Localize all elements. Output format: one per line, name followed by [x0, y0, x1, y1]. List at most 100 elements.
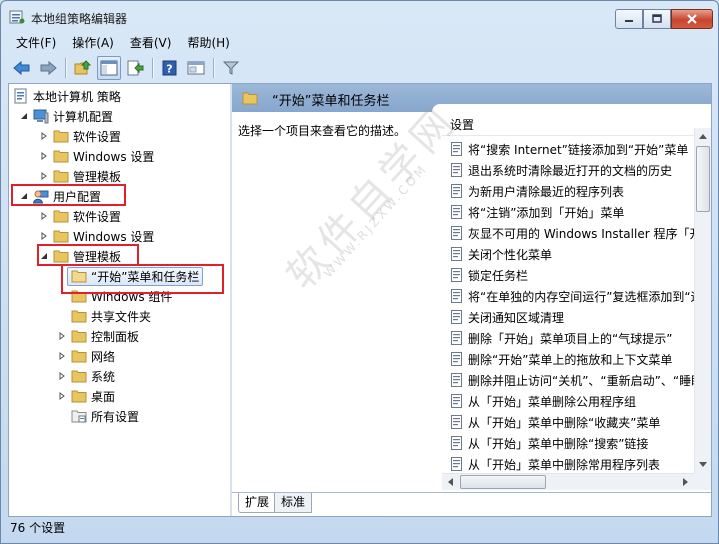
- policy-row-label: 从「开始」菜单中删除“搜索”链接: [468, 436, 649, 451]
- policy-row[interactable]: 关闭个性化菜单: [450, 244, 695, 264]
- policy-row[interactable]: 将“在单独的内存空间运行”复选框添加到“运行”对话框: [450, 286, 695, 306]
- collapsed-arrow-icon[interactable]: [57, 371, 67, 381]
- properties-button[interactable]: [184, 56, 208, 80]
- folder-icon: [53, 228, 69, 244]
- description-text: 选择一个项目来查看它的描述。: [238, 124, 407, 138]
- scroll-up-button[interactable]: [695, 128, 711, 144]
- tree-node-control-panel[interactable]: 控制面板: [57, 326, 139, 346]
- scroll-right-icon: [683, 478, 688, 486]
- collapsed-arrow-icon[interactable]: [57, 331, 67, 341]
- policy-row[interactable]: 为新用户清除最近的程序列表: [450, 181, 695, 201]
- show-hide-tree-button[interactable]: [97, 56, 121, 80]
- policy-row[interactable]: 从「开始」菜单中删除“收藏夹”菜单: [450, 412, 695, 432]
- policy-row[interactable]: 删除“开始”菜单上的拖放和上下文菜单: [450, 349, 695, 369]
- status-bar: 76 个设置: [10, 521, 66, 535]
- help-icon: ?: [162, 60, 177, 76]
- policy-row[interactable]: 删除并阻止访问“关机”、“重新启动”、“睡眠”和“休眠”命令: [450, 370, 695, 390]
- scroll-down-button[interactable]: [695, 457, 711, 473]
- policy-row[interactable]: 灰显不可用的 Windows Installer 程序「开始」菜单快捷方式: [450, 223, 695, 243]
- tree-node-shared-folders[interactable]: 共享文件夹: [71, 306, 151, 326]
- tree-node-computer-admin-templates[interactable]: 管理模板: [39, 166, 121, 186]
- minimize-button[interactable]: [615, 9, 643, 29]
- close-button[interactable]: [671, 9, 713, 29]
- tree-node-network[interactable]: 网络: [57, 346, 115, 366]
- horizontal-scrollbar[interactable]: [442, 473, 694, 490]
- vertical-scroll-thumb[interactable]: [696, 146, 710, 212]
- minimize-icon: [625, 20, 633, 22]
- policy-row[interactable]: 从「开始」菜单中删除“搜索”链接: [450, 433, 695, 453]
- policy-row[interactable]: 删除「开始」菜单项目上的“气球提示”: [450, 328, 695, 348]
- scroll-right-button[interactable]: [678, 474, 694, 490]
- header-curve: [432, 104, 711, 112]
- menu-help[interactable]: 帮助(H): [179, 33, 237, 53]
- tree-node-user-windows-settings[interactable]: Windows 设置: [39, 226, 154, 246]
- policy-row-label: 将“在单独的内存空间运行”复选框添加到“运行”对话框: [468, 289, 695, 304]
- policy-row[interactable]: 将“注销”添加到「开始」菜单: [450, 202, 695, 222]
- scroll-left-button[interactable]: [442, 474, 458, 490]
- tree-label: 软件设置: [73, 209, 122, 224]
- menu-view[interactable]: 查看(V): [122, 33, 180, 53]
- tab-extended[interactable]: 扩展: [238, 493, 277, 513]
- back-button[interactable]: [10, 56, 34, 80]
- tree-node-windows-components[interactable]: Windows 组件: [71, 286, 172, 306]
- tree-label: “开始”菜单和任务栏: [91, 269, 200, 284]
- console-area: 本地计算机 策略 计算机配置 软件设置 Windows 设置 管理模板 用户配置…: [8, 83, 712, 517]
- tree-node-system[interactable]: 系统: [57, 366, 115, 386]
- horizontal-scroll-thumb[interactable]: [460, 475, 546, 489]
- computer-icon: [33, 108, 49, 124]
- selection-highlight: “开始”菜单和任务栏: [67, 266, 204, 286]
- tree-label: 共享文件夹: [91, 309, 152, 324]
- collapsed-arrow-icon[interactable]: [57, 351, 67, 361]
- tree-node-user-admin-templates[interactable]: 管理模板: [39, 246, 121, 266]
- tree-node-start-menu-taskbar[interactable]: “开始”菜单和任务栏: [67, 266, 204, 286]
- up-folder-button[interactable]: [71, 56, 95, 80]
- column-header-setting[interactable]: 设置: [442, 114, 711, 136]
- tree-node-computer-software-settings[interactable]: 软件设置: [39, 126, 121, 146]
- policy-row[interactable]: 从「开始」菜单删除公用程序组: [450, 391, 695, 411]
- collapsed-arrow-icon[interactable]: [39, 231, 49, 241]
- filter-button[interactable]: [219, 56, 243, 80]
- policy-row[interactable]: 锁定任务栏: [450, 265, 695, 285]
- tree-node-user-software-settings[interactable]: 软件设置: [39, 206, 121, 226]
- scrollbar-corner: [694, 473, 711, 490]
- collapsed-arrow-icon[interactable]: [39, 211, 49, 221]
- policy-setting-icon: [450, 457, 464, 471]
- collapsed-arrow-icon[interactable]: [57, 391, 67, 401]
- expanded-arrow-icon[interactable]: [19, 191, 29, 201]
- title-bar[interactable]: 本地组策略编辑器: [1, 1, 718, 33]
- policy-row[interactable]: 从「开始」菜单中删除常用程序列表: [450, 454, 695, 474]
- maximize-button[interactable]: [643, 9, 671, 29]
- tree-label: Windows 设置: [73, 229, 155, 244]
- policy-row[interactable]: 关闭通知区域清理: [450, 307, 695, 327]
- tree-label: 控制面板: [91, 329, 140, 344]
- tab-standard[interactable]: 标准: [274, 493, 313, 513]
- expanded-arrow-icon[interactable]: [19, 111, 29, 121]
- policy-row[interactable]: 退出系统时清除最近打开的文档的历史: [450, 160, 695, 180]
- policy-setting-icon: [450, 415, 464, 429]
- forward-button[interactable]: [36, 56, 60, 80]
- expanded-arrow-icon[interactable]: [39, 251, 49, 261]
- tree-node-desktop[interactable]: 桌面: [57, 386, 115, 406]
- export-list-button[interactable]: [123, 56, 147, 80]
- policy-row-label: 删除并阻止访问“关机”、“重新启动”、“睡眠”和“休眠”命令: [468, 373, 695, 388]
- menu-file[interactable]: 文件(F): [8, 33, 64, 53]
- tree-node-user-config[interactable]: 用户配置: [19, 186, 101, 206]
- menu-action[interactable]: 操作(A): [64, 33, 122, 53]
- collapsed-arrow-icon[interactable]: [39, 151, 49, 161]
- collapsed-arrow-icon[interactable]: [39, 171, 49, 181]
- tree-node-local-policy[interactable]: 本地计算机 策略: [13, 86, 121, 106]
- policy-row-label: 删除「开始」菜单项目上的“气球提示”: [468, 331, 673, 346]
- help-button[interactable]: ?: [158, 56, 182, 80]
- tree-node-computer-config[interactable]: 计算机配置: [19, 106, 113, 126]
- tree-node-computer-windows-settings[interactable]: Windows 设置: [39, 146, 154, 166]
- policy-row-label: 从「开始」菜单删除公用程序组: [468, 394, 637, 409]
- policy-setting-icon: [450, 331, 464, 345]
- tree-label: 管理模板: [73, 169, 122, 184]
- collapsed-arrow-icon[interactable]: [39, 131, 49, 141]
- details-header-title: “开始”菜单和任务栏: [272, 94, 390, 109]
- tree-node-all-settings[interactable]: 所有设置: [71, 406, 139, 426]
- user-icon: [33, 188, 49, 204]
- vertical-scrollbar[interactable]: [694, 128, 711, 473]
- folder-icon: [53, 148, 69, 164]
- policy-row[interactable]: 将“搜索 Internet”链接添加到“开始”菜单: [450, 139, 695, 159]
